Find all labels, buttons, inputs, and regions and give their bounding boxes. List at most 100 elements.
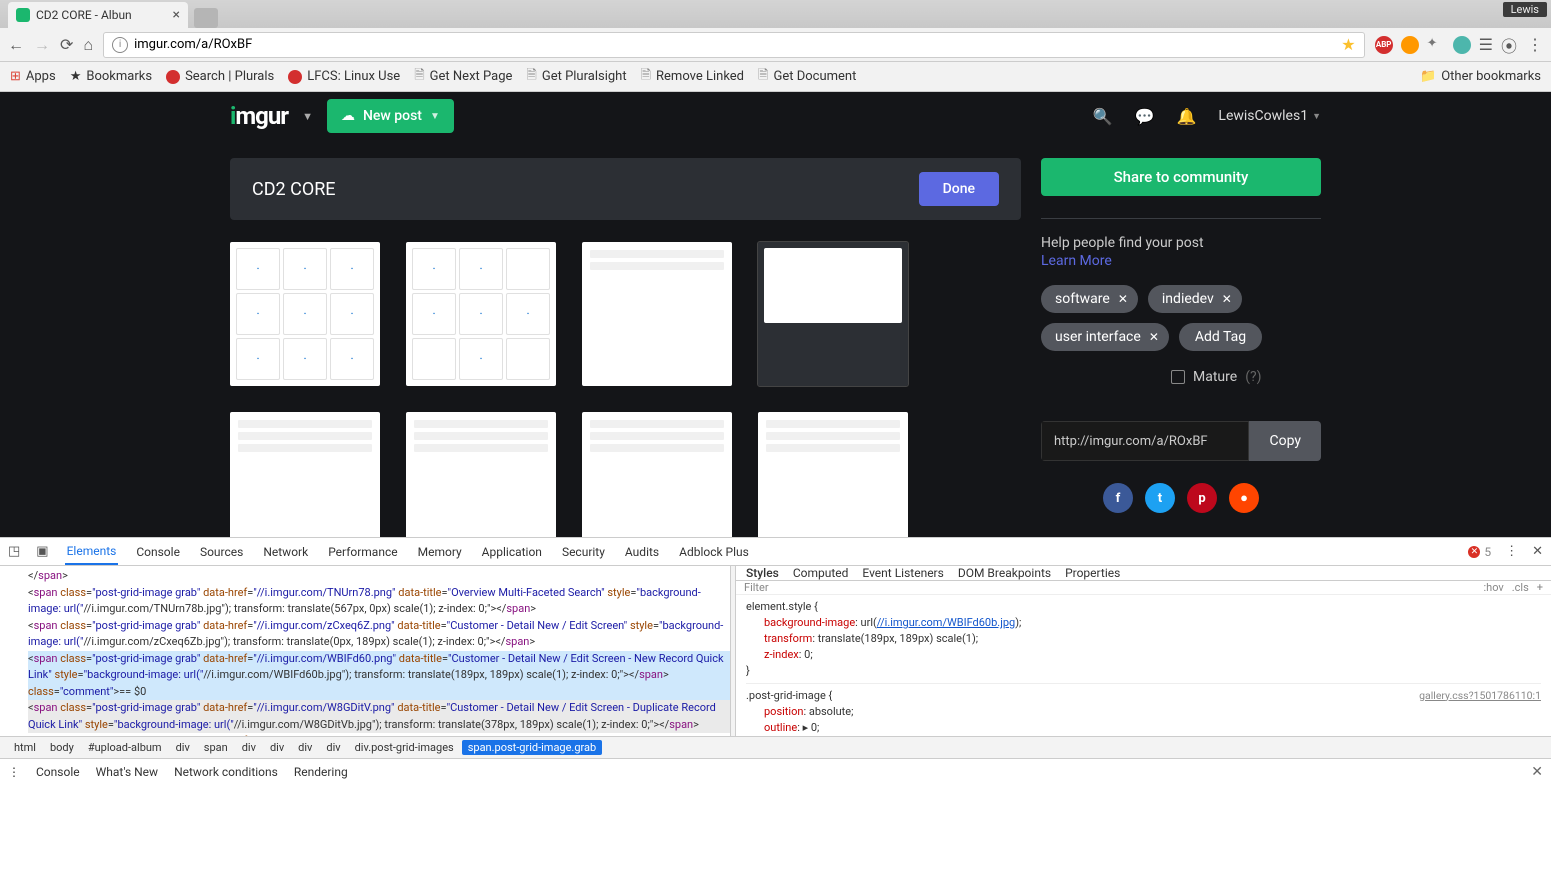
breadcrumb[interactable]: htmlbody#upload-albumdivspandivdivdivdiv…	[0, 736, 1551, 758]
close-icon[interactable]: ×	[173, 7, 180, 23]
styles-body[interactable]: element.style { background-image: url(//…	[736, 595, 1551, 736]
tag[interactable]: software✕	[1041, 285, 1138, 313]
filter-input[interactable]: Filter	[744, 581, 769, 594]
thumbnail[interactable]: ▪▪▪▪▪▪▪▪▪	[230, 242, 380, 386]
pinterest-icon[interactable]: p	[1187, 483, 1217, 513]
extension-icon[interactable]: ✦	[1427, 36, 1445, 54]
tab-application[interactable]: Application	[480, 538, 544, 565]
tab-network[interactable]: Network	[261, 538, 310, 565]
done-button[interactable]: Done	[919, 172, 999, 206]
tag[interactable]: user interface✕	[1041, 323, 1169, 351]
twitter-icon[interactable]: t	[1145, 483, 1175, 513]
elements-panel[interactable]: </span><span class="post-grid-image grab…	[0, 566, 730, 736]
tab-console[interactable]: Console	[134, 538, 182, 565]
new-post-button[interactable]: ☁ New post ▼	[327, 99, 454, 133]
extension-icon[interactable]	[1401, 36, 1419, 54]
thumbnail-selected[interactable]	[758, 242, 908, 386]
tab-elements[interactable]: Elements	[65, 538, 119, 565]
new-tab-button[interactable]	[194, 8, 218, 28]
thumbnail[interactable]: ▪▪▪▪▪▪	[406, 242, 556, 386]
hov-toggle[interactable]: :hov	[1483, 581, 1503, 594]
bookmark-star-icon[interactable]: ★	[1341, 35, 1355, 54]
chrome-menu-icon[interactable]: ⋮	[1527, 35, 1543, 54]
learn-more-link[interactable]: Learn More	[1041, 253, 1321, 269]
reddit-icon[interactable]: ●	[1229, 483, 1259, 513]
add-rule-icon[interactable]: +	[1537, 581, 1543, 594]
close-icon[interactable]: ✕	[1149, 330, 1159, 344]
tab-properties[interactable]: Properties	[1065, 566, 1120, 580]
tag[interactable]: indiedev✕	[1148, 285, 1242, 313]
share-url-row: Copy	[1041, 421, 1321, 461]
inspect-icon[interactable]: ◳	[8, 544, 20, 559]
close-icon[interactable]: ✕	[1532, 544, 1543, 559]
bookmark-item[interactable]: 🗎Get Pluralsight	[526, 66, 626, 88]
close-icon[interactable]: ✕	[1531, 764, 1543, 780]
drawer-menu-icon[interactable]: ⋮	[8, 765, 20, 779]
site-info-icon[interactable]: i	[112, 37, 128, 53]
omnibox[interactable]: i ★	[103, 32, 1365, 58]
tab-styles[interactable]: Styles	[746, 566, 779, 580]
home-icon[interactable]: ⌂	[83, 35, 93, 55]
tab-dom-breakpoints[interactable]: DOM Breakpoints	[958, 566, 1051, 580]
bell-icon[interactable]: 🔔	[1177, 107, 1197, 126]
menu-icon[interactable]: ⋮	[1505, 544, 1518, 559]
drawer-tab[interactable]: Network conditions	[174, 765, 278, 779]
search-icon[interactable]: 🔍	[1093, 107, 1113, 126]
divider	[1041, 218, 1321, 219]
error-count[interactable]: ✕ 5 ⋮ ✕	[1468, 544, 1543, 559]
thumbnail[interactable]	[758, 412, 908, 537]
bookmarks-button[interactable]: ★Bookmarks	[70, 69, 152, 84]
extension-icon[interactable]	[1453, 36, 1471, 54]
drawer-tab[interactable]: Console	[36, 765, 80, 779]
tab-security[interactable]: Security	[560, 538, 607, 565]
extension-icon[interactable]: ☰	[1479, 35, 1493, 54]
chat-icon[interactable]: 💬	[1135, 107, 1155, 126]
tab-sources[interactable]: Sources	[198, 538, 245, 565]
browser-tab[interactable]: CD2 CORE - Albun ×	[8, 2, 188, 28]
url-input[interactable]	[134, 37, 1335, 52]
other-bookmarks[interactable]: 📁Other bookmarks	[1420, 69, 1541, 84]
thumbnail[interactable]	[582, 412, 732, 537]
username-menu[interactable]: LewisCowles1 ▼	[1218, 108, 1321, 124]
tab-performance[interactable]: Performance	[326, 538, 399, 565]
share-url-input[interactable]	[1041, 421, 1249, 461]
tab-memory[interactable]: Memory	[416, 538, 464, 565]
imgur-logo[interactable]: imgur	[230, 102, 288, 130]
checkbox[interactable]	[1171, 370, 1185, 384]
drawer-tab[interactable]: What's New	[96, 765, 158, 779]
thumbnail[interactable]	[406, 412, 556, 537]
chevron-down-icon[interactable]: ▼	[302, 110, 313, 123]
bookmark-item[interactable]: 🗎Get Next Page	[414, 66, 512, 88]
bookmark-item[interactable]: Search | Plurals	[166, 69, 274, 84]
close-icon[interactable]: ✕	[1118, 292, 1128, 306]
favicon	[16, 8, 30, 22]
share-button[interactable]: Share to community	[1041, 158, 1321, 196]
facebook-icon[interactable]: f	[1103, 483, 1133, 513]
device-icon[interactable]: ▣	[36, 544, 48, 559]
close-icon[interactable]: ✕	[1222, 292, 1232, 306]
tab-computed[interactable]: Computed	[793, 566, 849, 580]
drawer-tab[interactable]: Rendering	[294, 765, 348, 779]
bookmark-item[interactable]: LFCS: Linux Use	[288, 69, 400, 84]
tab-listeners[interactable]: Event Listeners	[862, 566, 943, 580]
tab-title: CD2 CORE - Albun	[36, 8, 132, 22]
album-title[interactable]: CD2 CORE	[252, 179, 336, 200]
thumbnail[interactable]	[230, 412, 380, 537]
abp-icon[interactable]: ABP	[1375, 36, 1393, 54]
back-icon[interactable]: ←	[8, 35, 24, 55]
reload-icon[interactable]: ⟳	[60, 35, 73, 54]
thumbnail[interactable]	[582, 242, 732, 386]
tab-adblock[interactable]: Adblock Plus	[677, 538, 751, 565]
user-badge[interactable]: Lewis	[1503, 2, 1547, 17]
cls-toggle[interactable]: .cls	[1512, 581, 1529, 594]
extension-icon[interactable]: ⦿	[1501, 33, 1517, 57]
bookmark-item[interactable]: 🗎Remove Linked	[641, 66, 744, 88]
apps-button[interactable]: ⊞Apps	[10, 69, 56, 84]
copy-button[interactable]: Copy	[1249, 421, 1321, 461]
mature-toggle[interactable]: Mature (?)	[1171, 369, 1321, 385]
help-text: Help people find your post	[1041, 235, 1321, 251]
bookmark-item[interactable]: 🗎Get Document	[758, 66, 856, 88]
add-tag-button[interactable]: Add Tag	[1179, 323, 1262, 351]
tab-audits[interactable]: Audits	[623, 538, 661, 565]
page-content: CD2 CORE Done ▪▪▪▪▪▪▪▪▪ ▪▪▪▪▪▪ Share to …	[0, 140, 1551, 537]
